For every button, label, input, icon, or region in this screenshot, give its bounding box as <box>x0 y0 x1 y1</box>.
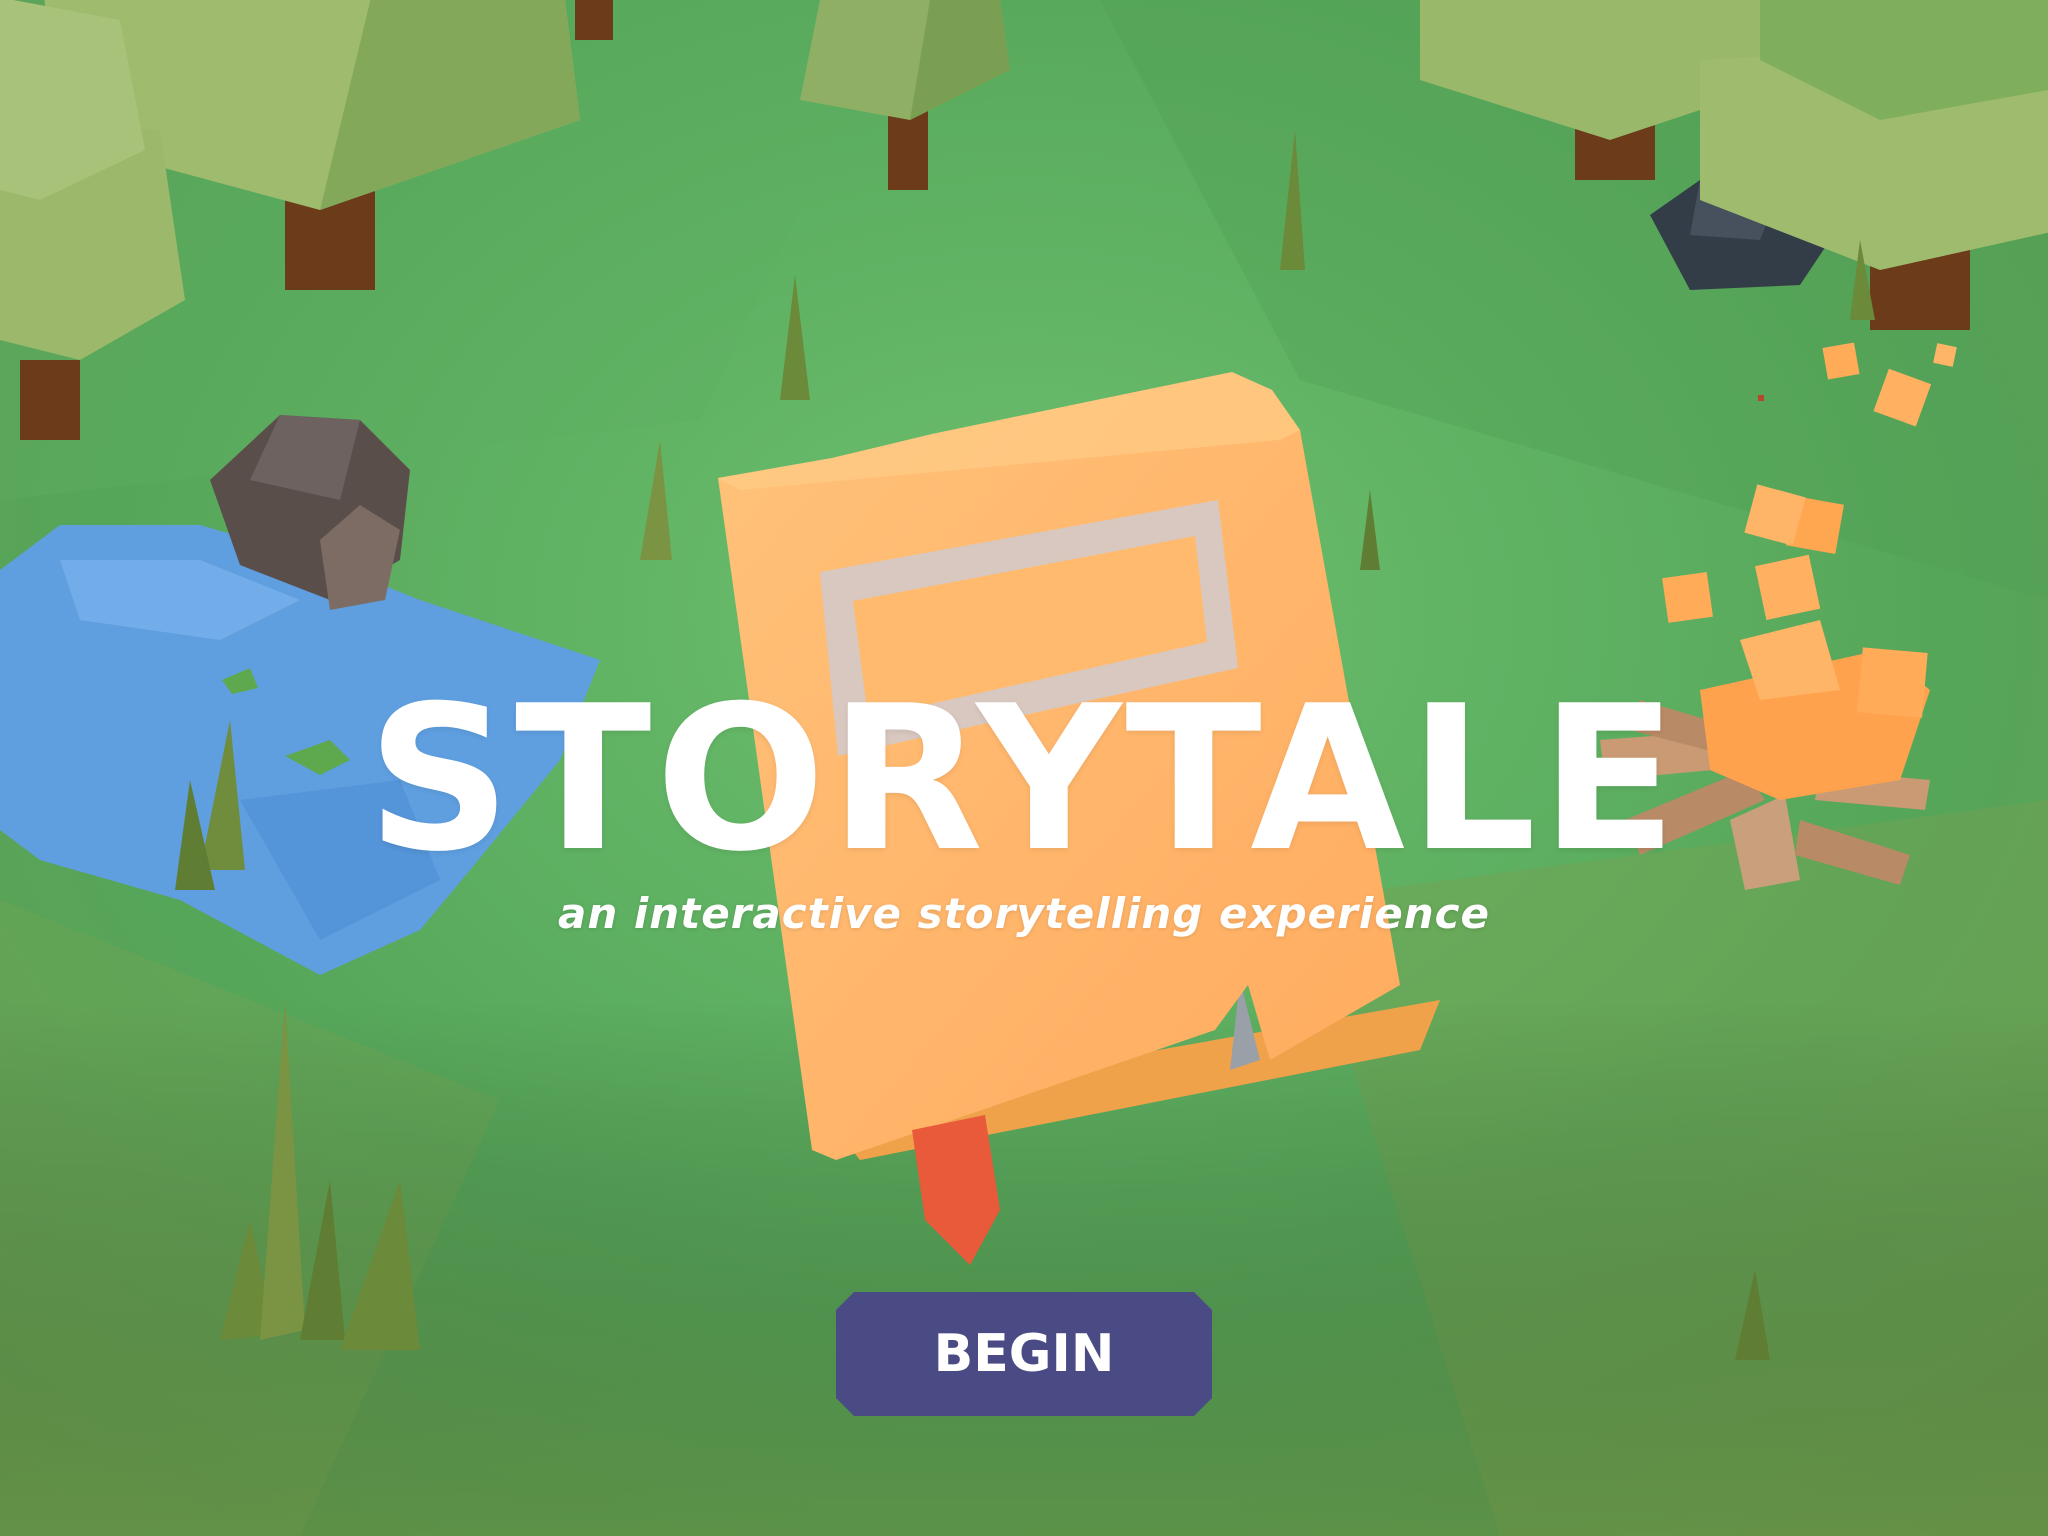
game-title: STORYTALE <box>366 663 1682 896</box>
title-block: STORYTALE an interactive storytelling ex… <box>0 680 2048 940</box>
begin-button[interactable]: BEGIN <box>836 1292 1212 1416</box>
game-subtitle: an interactive storytelling experience <box>558 889 1490 938</box>
title-screen: STORYTALE an interactive storytelling ex… <box>0 0 2048 1536</box>
